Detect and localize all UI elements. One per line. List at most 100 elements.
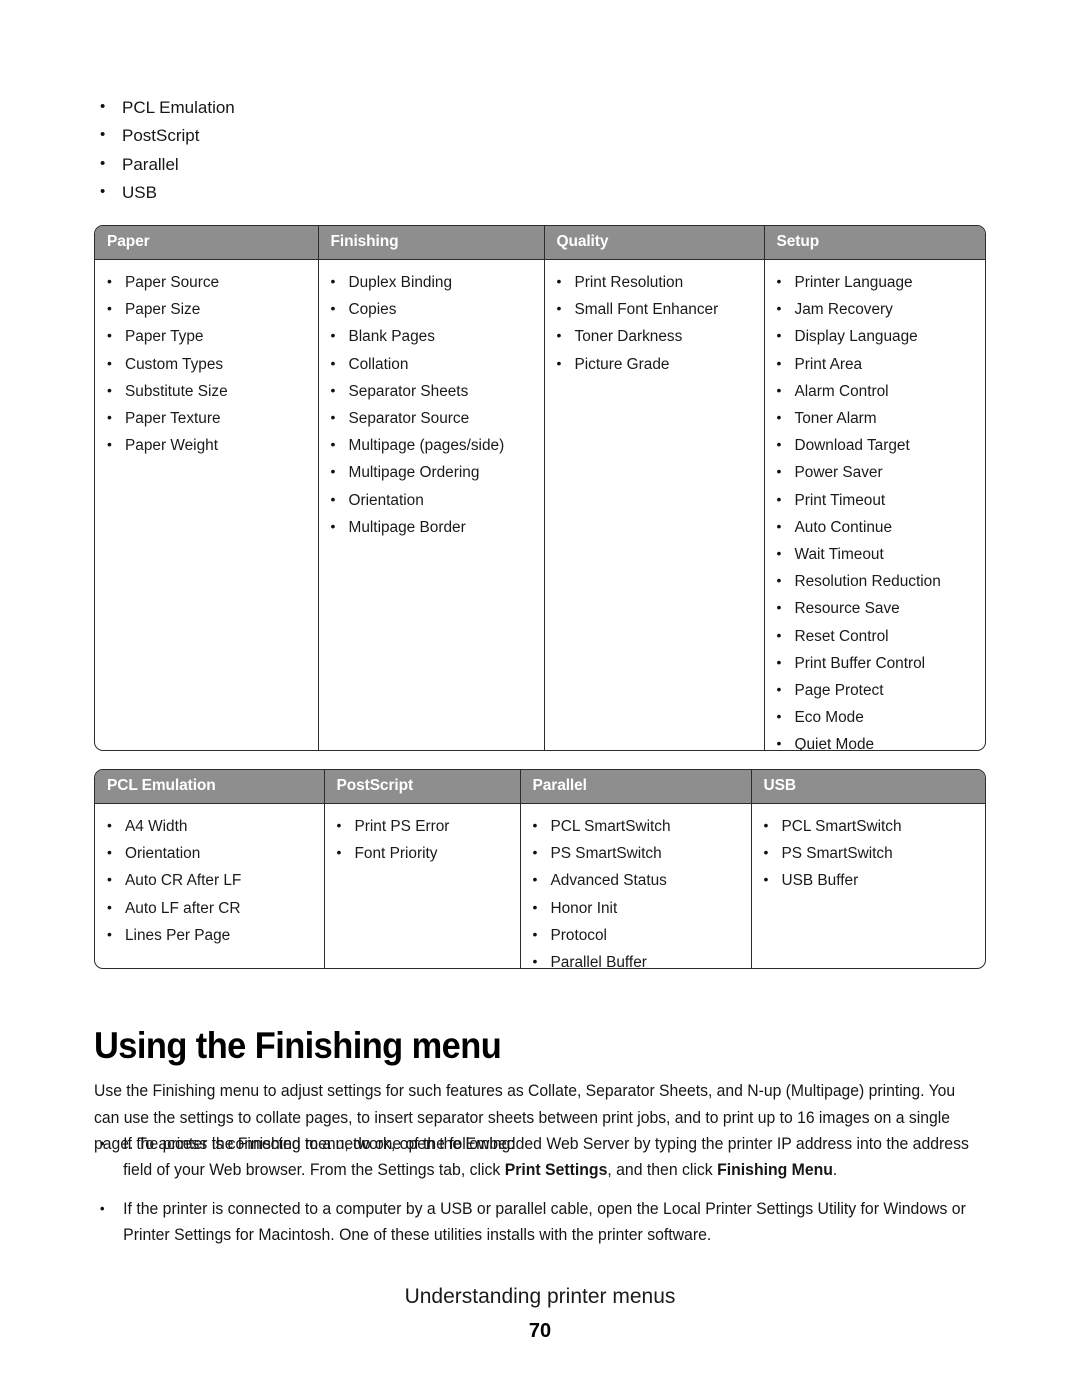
printer-menus-table-primary: Paper Finishing Quality Setup Paper Sour… (94, 225, 986, 751)
list-item: If the printer is connected to a compute… (96, 1195, 979, 1249)
table-two-header-postscript: PostScript (324, 770, 521, 804)
list-item: Honor Init (531, 894, 745, 922)
list-item: Jam Recovery (775, 295, 982, 323)
list-item: Power Saver (775, 458, 982, 486)
menu-item-list: Paper SourcePaper SizePaper TypeCustom T… (105, 268, 312, 459)
table-one-header-quality: Quality (544, 226, 765, 260)
table-two-header-row: PCL Emulation PostScript Parallel USB (95, 770, 985, 804)
table-two-cell-parallel: PCL SmartSwitchPS SmartSwitchAdvanced St… (520, 803, 752, 968)
list-item: PS SmartSwitch (531, 839, 745, 867)
emphasis-text: Print Settings (504, 1161, 608, 1180)
footer-page-number: 70 (528, 1320, 552, 1342)
list-item: Wait Timeout (775, 540, 982, 568)
list-item: Multipage Ordering (329, 458, 538, 486)
list-item: Print Resolution (555, 268, 758, 296)
list-item: PCL SmartSwitch (762, 812, 982, 840)
list-item: Paper Texture (105, 404, 312, 432)
list-item: Alarm Control (775, 377, 982, 405)
printer-menus-table-secondary: PCL Emulation PostScript Parallel USB A4… (94, 769, 986, 969)
list-item: Paper Source (105, 268, 312, 296)
list-item: Lines Per Page (105, 921, 318, 949)
list-item: Resolution Reduction (775, 567, 982, 595)
menu-item-list: Print ResolutionSmall Font EnhancerToner… (555, 268, 758, 378)
table-one-cell-quality: Print ResolutionSmall Font EnhancerToner… (544, 259, 765, 750)
list-item: Copies (329, 295, 538, 323)
list-item: Toner Alarm (775, 404, 982, 432)
continued-bullet-list: PCL EmulationPostScriptParallelUSB (96, 93, 596, 208)
list-item: Display Language (775, 322, 982, 350)
table-one-header-paper: Paper (95, 226, 319, 260)
list-item: Protocol (531, 921, 745, 949)
list-item: Multipage Border (329, 513, 538, 541)
list-item: USB Buffer (762, 866, 982, 894)
menu-table-two: PCL Emulation PostScript Parallel USB A4… (95, 770, 985, 969)
list-item: Parallel Buffer (531, 948, 745, 968)
list-item: Custom Types (105, 350, 312, 378)
list-item: Auto Continue (775, 513, 982, 541)
table-one-cell-finishing: Duplex BindingCopiesBlank PagesCollation… (318, 259, 545, 750)
list-item: Page Protect (775, 676, 982, 704)
table-one-cell-paper: Paper SourcePaper SizePaper TypeCustom T… (95, 259, 319, 750)
list-item: Separator Sheets (329, 377, 538, 405)
list-item: Collation (329, 350, 538, 378)
table-one-header-row: Paper Finishing Quality Setup (95, 226, 985, 260)
list-item: Resource Save (775, 594, 982, 622)
table-two-header-pcl-emulation: PCL Emulation (95, 770, 325, 804)
menu-item-list: Printer LanguageJam RecoveryDisplay Lang… (775, 268, 982, 750)
menu-item-list: A4 WidthOrientationAuto CR After LFAuto … (105, 812, 318, 949)
table-two-header-parallel: Parallel (520, 770, 752, 804)
list-item: PS SmartSwitch (762, 839, 982, 867)
list-item: Auto LF after CR (105, 894, 318, 922)
menu-table-one: Paper Finishing Quality Setup Paper Sour… (95, 226, 985, 750)
list-item: Eco Mode (775, 703, 982, 731)
list-item: Orientation (329, 486, 538, 514)
list-item: Picture Grade (555, 350, 758, 378)
list-item: Duplex Binding (329, 268, 538, 296)
list-item: Printer Language (775, 268, 982, 296)
list-item: Separator Source (329, 404, 538, 432)
list-item: If the printer is connected to a network… (96, 1130, 979, 1184)
list-item: PostScript (96, 121, 596, 150)
list-item: PCL Emulation (96, 93, 596, 122)
list-item: A4 Width (105, 812, 318, 840)
list-item: Font Priority (335, 839, 514, 867)
list-item: Print Area (775, 350, 982, 378)
list-item: Paper Size (105, 295, 312, 323)
menu-item-list: PCL SmartSwitchPS SmartSwitchAdvanced St… (531, 812, 745, 968)
list-item: Substitute Size (105, 377, 312, 405)
menu-item-list: Print PS ErrorFont Priority (335, 812, 514, 867)
table-row: A4 WidthOrientationAuto CR After LFAuto … (95, 803, 985, 969)
list-item: Print Buffer Control (775, 649, 982, 677)
list-item: USB (96, 178, 596, 207)
table-one-header-finishing: Finishing (318, 226, 545, 260)
list-item: Paper Weight (105, 431, 312, 459)
instruction-bullet-list: If the printer is connected to a network… (96, 1130, 1006, 1261)
list-item: Paper Type (105, 322, 312, 350)
list-item: Orientation (105, 839, 318, 867)
list-item: PCL SmartSwitch (531, 812, 745, 840)
document-page: PCL EmulationPostScriptParallelUSB Paper… (0, 0, 1080, 1397)
menu-item-list: PCL SmartSwitchPS SmartSwitchUSB Buffer (762, 812, 982, 895)
list-item: Toner Darkness (555, 322, 758, 350)
footer-title: Understanding printer menus (404, 1285, 676, 1308)
section-heading: Using the Finishing menu (94, 1024, 502, 1066)
menu-item-list: Duplex BindingCopiesBlank PagesCollation… (329, 268, 538, 541)
list-item: Multipage (pages/side) (329, 431, 538, 459)
table-one-header-setup: Setup (764, 226, 985, 260)
emphasis-text: Finishing Menu (717, 1161, 833, 1180)
list-item: Print PS Error (335, 812, 514, 840)
list-item: Quiet Mode (775, 730, 982, 750)
list-item: Blank Pages (329, 322, 538, 350)
list-item: Auto CR After LF (105, 866, 318, 894)
list-item: Parallel (96, 150, 596, 179)
table-two-cell-usb: PCL SmartSwitchPS SmartSwitchUSB Buffer (751, 804, 985, 969)
list-item: Reset Control (775, 622, 982, 650)
table-two-header-usb: USB (751, 770, 985, 804)
list-item: Download Target (775, 431, 982, 459)
list-item: Advanced Status (531, 866, 745, 894)
list-item: Small Font Enhancer (555, 295, 758, 323)
table-row: Paper SourcePaper SizePaper TypeCustom T… (95, 259, 985, 750)
table-two-cell-pcl-emulation: A4 WidthOrientationAuto CR After LFAuto … (95, 803, 325, 968)
list-item: Print Timeout (775, 486, 982, 514)
table-two-cell-postscript: Print PS ErrorFont Priority (324, 803, 521, 968)
